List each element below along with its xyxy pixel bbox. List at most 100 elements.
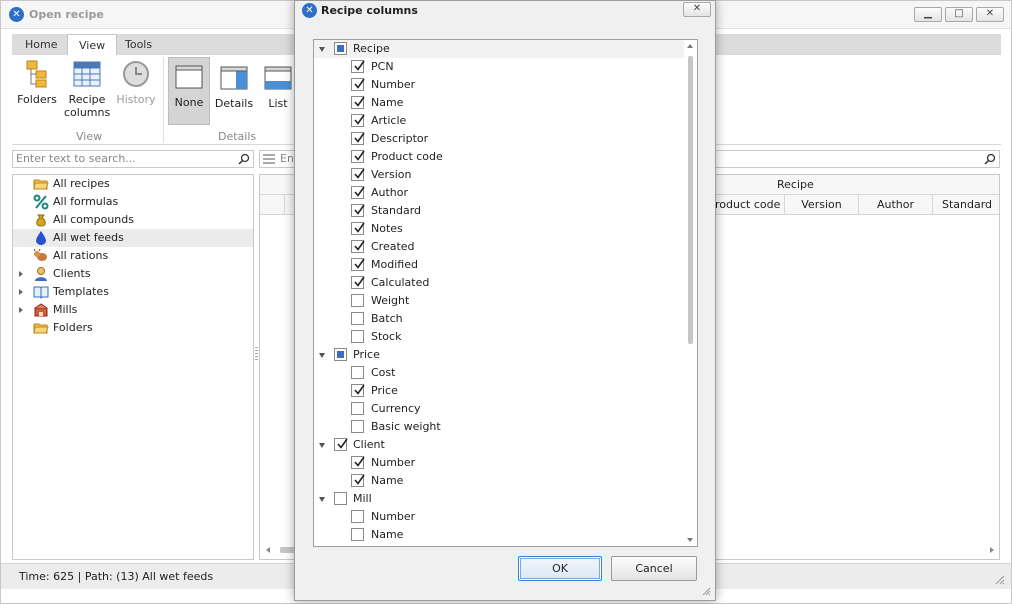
cancel-button[interactable]: Cancel [611, 556, 697, 581]
column-header-product-code[interactable]: roduct code [712, 195, 784, 215]
checkbox[interactable] [351, 150, 365, 163]
resize-grip-icon[interactable] [993, 573, 1005, 585]
checkbox[interactable] [351, 510, 364, 523]
column-header-author[interactable]: Author [858, 195, 932, 215]
checkbox[interactable] [351, 474, 365, 487]
history-button[interactable]: History [113, 59, 159, 125]
column-option-row[interactable]: Name [314, 526, 684, 544]
search-icon[interactable] [238, 153, 250, 165]
checkbox[interactable] [351, 222, 365, 235]
column-option-row[interactable]: Descriptor [314, 130, 684, 148]
column-option-row[interactable]: Batch [314, 310, 684, 328]
collapse-arrow-icon[interactable] [319, 47, 325, 52]
column-option-row[interactable]: Client [314, 436, 684, 454]
column-option-row[interactable]: Cost [314, 364, 684, 382]
column-option-row[interactable]: Name [314, 94, 684, 112]
tree-item-all-recipes[interactable]: All recipes [13, 175, 253, 193]
column-option-row[interactable]: PCN [314, 58, 684, 76]
column-header-standard[interactable]: Standard [932, 195, 1001, 215]
tree-item-clients[interactable]: Clients [13, 265, 253, 283]
dialog-close-button[interactable]: ✕ [683, 2, 711, 17]
column-option-row[interactable]: Price [314, 346, 684, 364]
checkbox[interactable] [351, 384, 365, 397]
column-option-row[interactable] [314, 544, 684, 547]
checkbox[interactable] [351, 132, 365, 145]
tree-item-all-compounds[interactable]: All compounds [13, 211, 253, 229]
checkbox[interactable] [351, 240, 365, 253]
expand-arrow-icon[interactable] [19, 271, 23, 277]
checkbox[interactable] [351, 366, 364, 379]
checkbox[interactable] [351, 312, 364, 325]
layout-details-button[interactable]: Details [212, 59, 256, 125]
scroll-up-icon[interactable] [687, 44, 693, 48]
checkbox[interactable] [334, 438, 348, 451]
tree-item-templates[interactable]: Templates [13, 283, 253, 301]
tab-home[interactable]: Home [14, 34, 68, 55]
expand-arrow-icon[interactable] [19, 307, 23, 313]
collapse-arrow-icon[interactable] [319, 353, 325, 358]
column-header-version[interactable]: Version [784, 195, 858, 215]
checkbox[interactable] [351, 546, 364, 547]
checkbox[interactable] [351, 294, 364, 307]
dialog-titlebar[interactable]: ✕ Recipe columns ✕ [295, 1, 715, 21]
column-option-row[interactable]: Article [314, 112, 684, 130]
scroll-down-icon[interactable] [687, 538, 693, 542]
column-option-row[interactable]: Stock [314, 328, 684, 346]
checkbox[interactable] [351, 330, 364, 343]
tree-item-folders[interactable]: Folders [13, 319, 253, 337]
close-button[interactable]: ✕ [976, 7, 1004, 22]
checkbox[interactable] [351, 204, 365, 217]
checkbox[interactable] [351, 258, 365, 271]
checkbox[interactable] [351, 78, 365, 91]
checkbox[interactable] [334, 348, 347, 361]
column-option-row[interactable]: Weight [314, 292, 684, 310]
tree-item-all-formulas[interactable]: All formulas [13, 193, 253, 211]
column-option-row[interactable]: Modified [314, 256, 684, 274]
checkbox[interactable] [334, 42, 347, 55]
folders-button[interactable]: Folders [15, 59, 59, 125]
column-option-row[interactable]: Author [314, 184, 684, 202]
recipe-columns-button[interactable]: Recipe columns [64, 59, 110, 125]
column-option-row[interactable]: Price [314, 382, 684, 400]
column-option-row[interactable]: Version [314, 166, 684, 184]
resize-grip-icon[interactable] [701, 586, 711, 596]
checkbox[interactable] [351, 114, 365, 127]
checkbox[interactable] [351, 528, 364, 541]
checkbox[interactable] [351, 96, 365, 109]
collapse-arrow-icon[interactable] [319, 443, 325, 448]
layout-list-button[interactable]: List [258, 59, 298, 125]
layout-none-button[interactable]: None [168, 57, 210, 125]
checkbox[interactable] [334, 492, 347, 505]
column-option-row[interactable]: Created [314, 238, 684, 256]
left-search-input[interactable]: Enter text to search... [12, 150, 254, 168]
checkbox[interactable] [351, 276, 365, 289]
minimize-button[interactable]: ▁ [914, 7, 942, 22]
tree-item-all-rations[interactable]: All rations [13, 247, 253, 265]
column-option-row[interactable]: Currency [314, 400, 684, 418]
maximize-button[interactable]: □ [945, 7, 973, 22]
column-option-row[interactable]: Mill [314, 490, 684, 508]
column-option-row[interactable]: Number [314, 76, 684, 94]
column-option-row[interactable]: Number [314, 508, 684, 526]
checkbox[interactable] [351, 60, 365, 73]
vertical-scrollbar[interactable] [684, 40, 697, 546]
column-option-row[interactable]: Calculated [314, 274, 684, 292]
checkbox[interactable] [351, 168, 365, 181]
column-option-row[interactable]: Recipe [314, 40, 684, 58]
tree-item-mills[interactable]: Mills [13, 301, 253, 319]
checkbox[interactable] [351, 456, 365, 469]
checkbox[interactable] [351, 420, 364, 433]
tab-tools[interactable]: Tools [114, 34, 163, 55]
column-option-row[interactable]: Notes [314, 220, 684, 238]
splitter-handle[interactable] [255, 347, 258, 361]
tab-view[interactable]: View [67, 34, 118, 56]
scroll-thumb[interactable] [688, 56, 693, 344]
tree-item-all-wet-feeds[interactable]: All wet feeds [13, 229, 253, 247]
collapse-arrow-icon[interactable] [319, 497, 325, 502]
column-option-row[interactable]: Name [314, 472, 684, 490]
column-option-row[interactable]: Standard [314, 202, 684, 220]
checkbox[interactable] [351, 186, 365, 199]
ok-button[interactable]: OK [518, 556, 602, 581]
expand-arrow-icon[interactable] [19, 289, 23, 295]
column-option-row[interactable]: Number [314, 454, 684, 472]
